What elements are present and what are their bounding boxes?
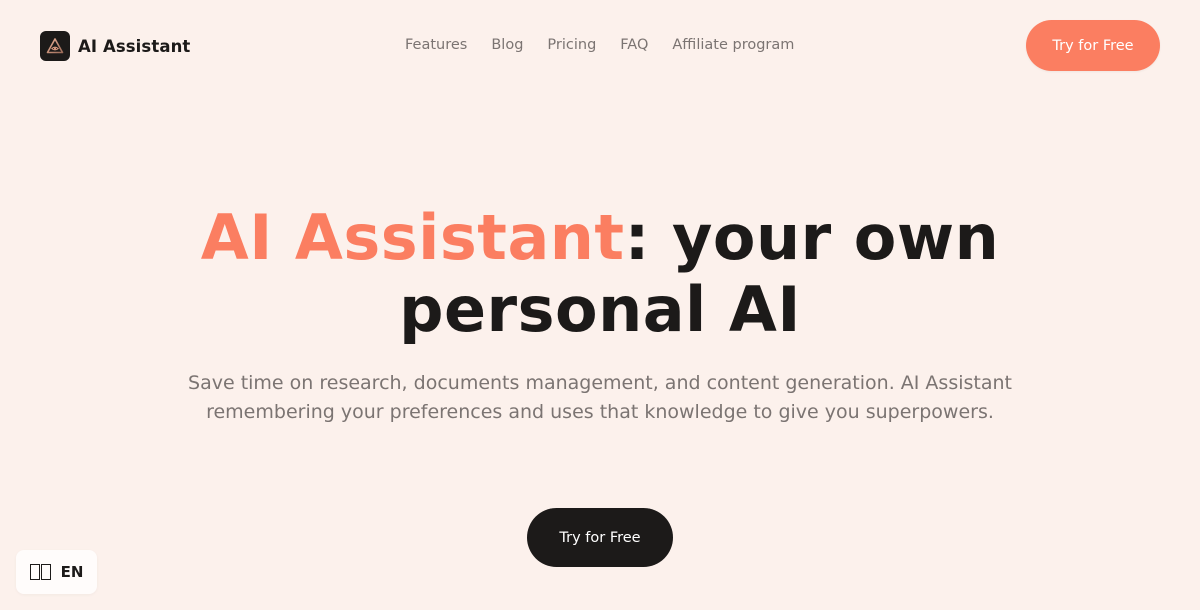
language-code: EN xyxy=(60,563,84,581)
header-try-for-free-button[interactable]: Try for Free xyxy=(1026,20,1160,71)
flag-icon xyxy=(29,564,51,580)
landing-page: AI Assistant Features Blog Pricing FAQ A… xyxy=(0,0,1200,610)
nav-link-faq[interactable]: FAQ xyxy=(620,35,648,55)
language-switcher[interactable]: EN xyxy=(16,550,97,594)
hero-title-accent: AI Assistant xyxy=(200,201,625,274)
brand-logo-link[interactable]: AI Assistant xyxy=(40,31,190,61)
main-nav: Features Blog Pricing FAQ Affiliate prog… xyxy=(405,35,794,55)
hero-title-line2: personal AI xyxy=(399,273,801,346)
site-header: AI Assistant Features Blog Pricing FAQ A… xyxy=(0,0,1200,90)
hero-title-rest: : your own xyxy=(624,201,1000,274)
nav-link-affiliate-program[interactable]: Affiliate program xyxy=(672,35,794,55)
nav-link-pricing[interactable]: Pricing xyxy=(547,35,596,55)
hero-title: AI Assistant: your own personal AI xyxy=(0,202,1200,346)
hero-subtitle-line2: remembering your preferences and uses th… xyxy=(206,401,994,423)
brand-name: AI Assistant xyxy=(78,36,191,56)
nav-link-blog[interactable]: Blog xyxy=(491,35,523,55)
hero-try-for-free-button[interactable]: Try for Free xyxy=(527,508,673,567)
triangle-eye-icon xyxy=(40,31,70,61)
hero-subtitle: Save time on research, documents managem… xyxy=(0,369,1200,427)
hero-subtitle-line1: Save time on research, documents managem… xyxy=(188,372,1012,394)
nav-link-features[interactable]: Features xyxy=(405,35,467,55)
